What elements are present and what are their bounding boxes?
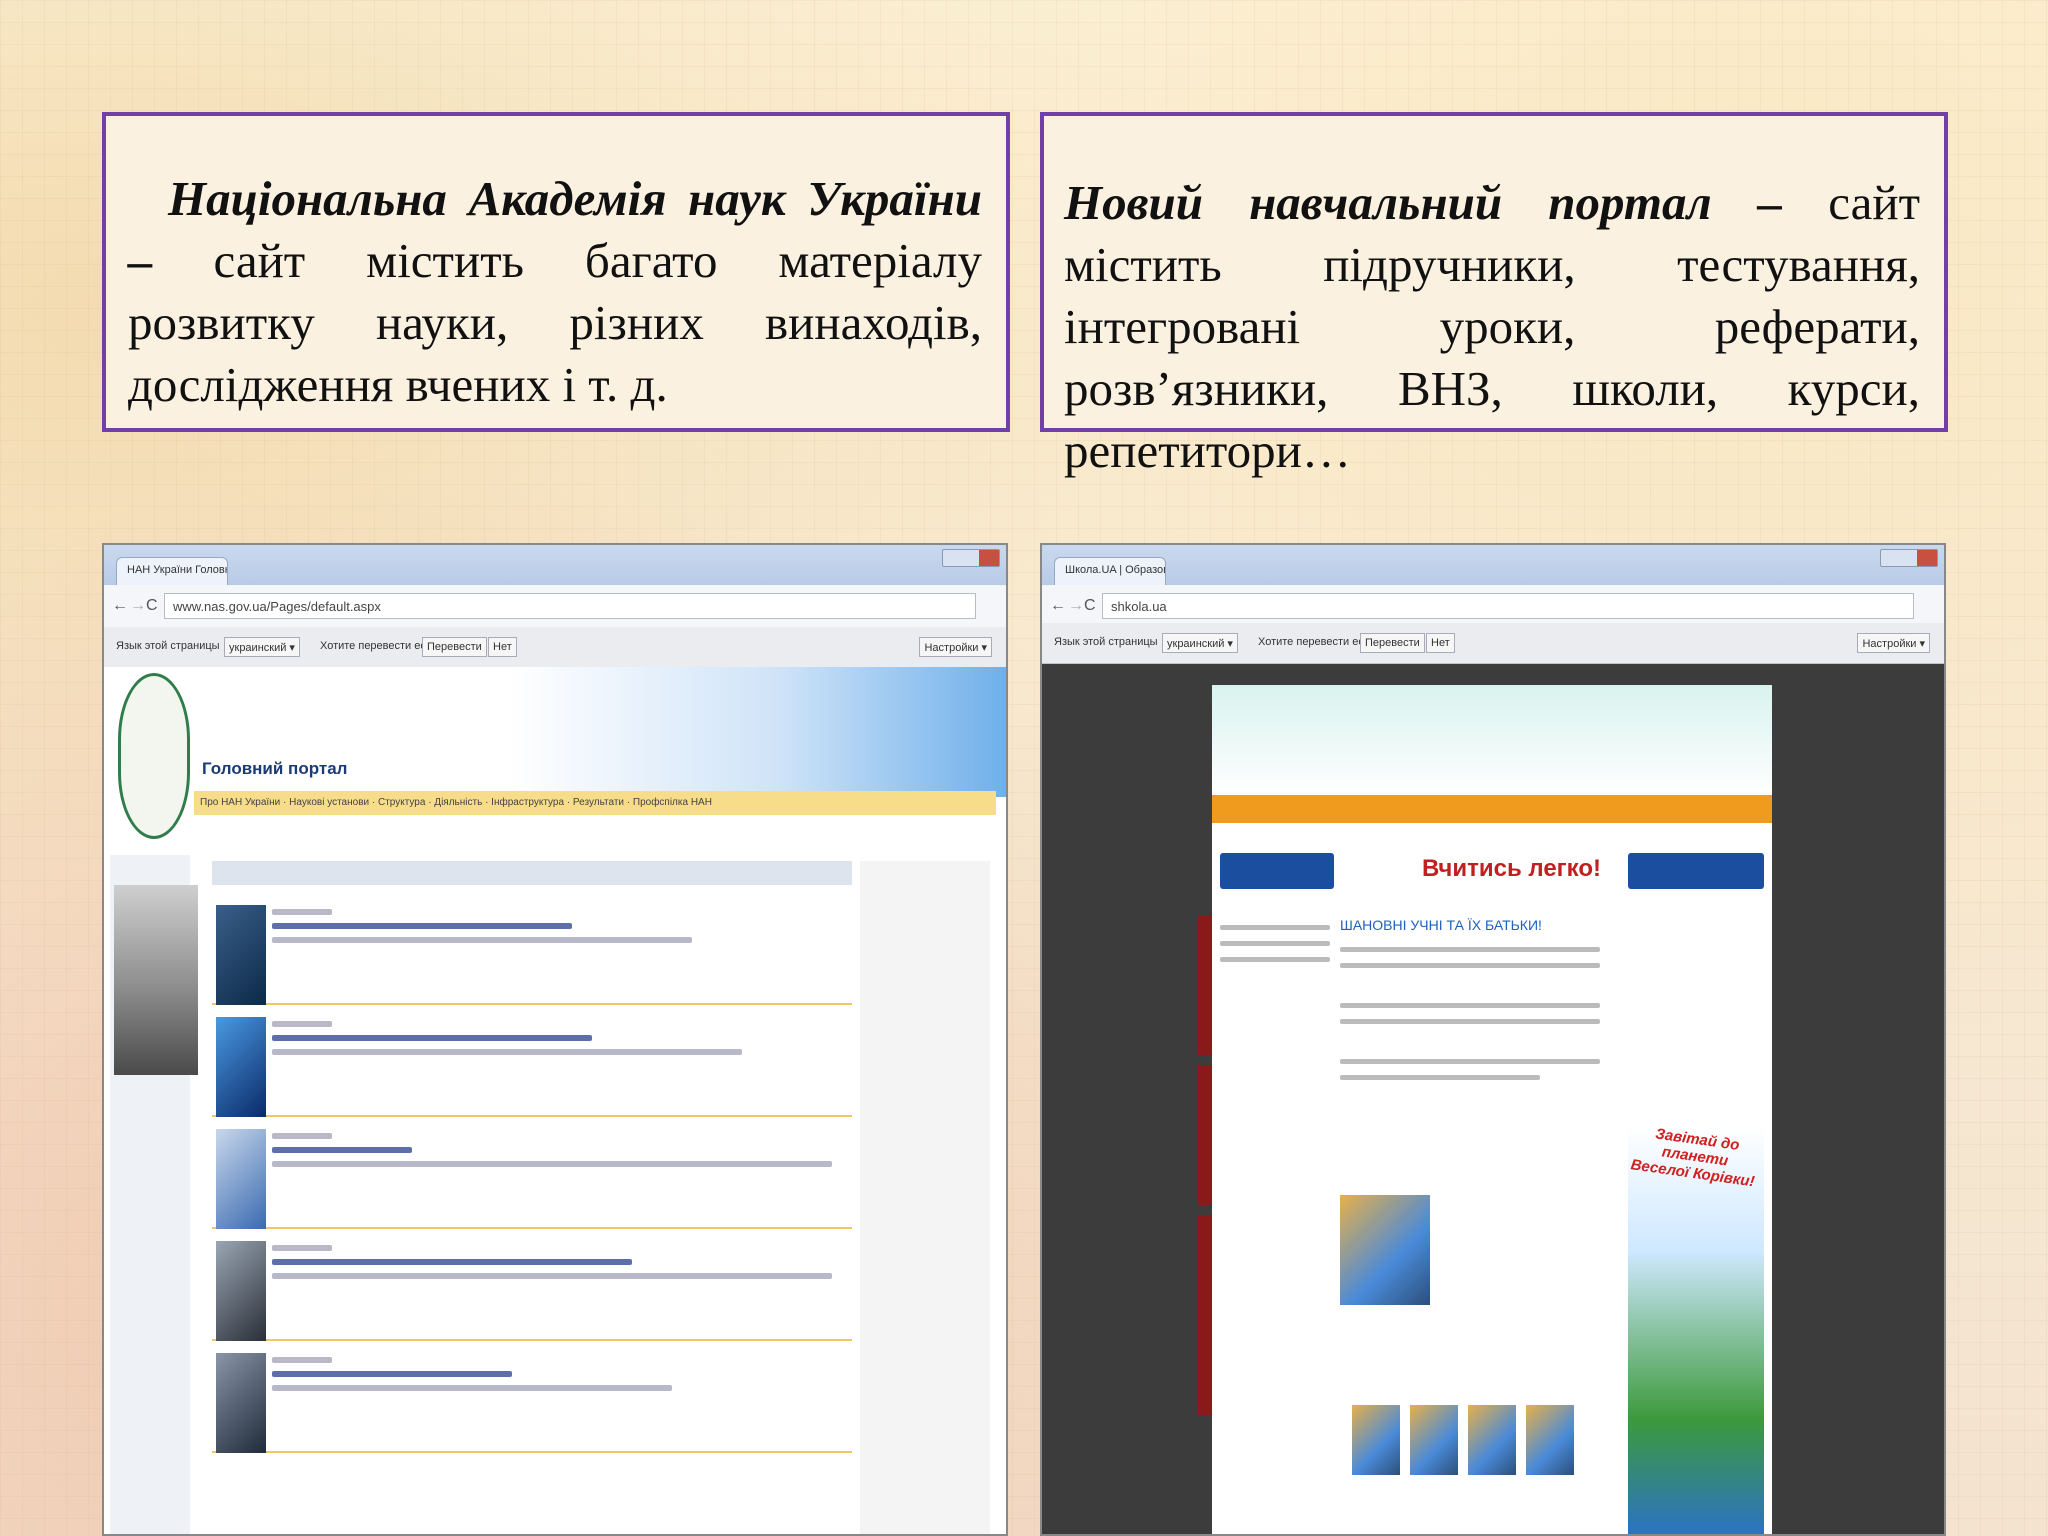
thumbnail-photo — [1526, 1405, 1574, 1475]
news-thumbnail — [216, 905, 266, 1005]
news-header — [212, 861, 852, 885]
news-date — [272, 1021, 332, 1027]
text-line — [1220, 941, 1330, 946]
news-text — [272, 1049, 742, 1055]
news-title — [272, 1035, 592, 1041]
news-text — [272, 1161, 832, 1167]
translate-bar: Язык этой страницы украинский ▾ Хотите п… — [1042, 623, 1944, 664]
address-bar[interactable]: www.nas.gov.ua/Pages/default.aspx — [164, 593, 976, 619]
window-controls[interactable] — [942, 549, 1000, 567]
translate-settings-button[interactable]: Настройки ▾ — [1857, 633, 1930, 653]
browser-toolbar: ← → C www.nas.gov.ua/Pages/default.aspx — [104, 585, 1006, 628]
news-thumbnail — [216, 1017, 266, 1117]
students-photo — [1340, 1195, 1430, 1305]
translate-settings-button[interactable]: Настройки ▾ — [919, 637, 992, 657]
back-icon[interactable]: ← — [112, 597, 128, 615]
news-date — [272, 1245, 332, 1251]
shkola-website-screenshot: Школа.UA | Образован... ← → C shkola.ua … — [1040, 543, 1946, 1536]
translate-button[interactable]: Перевести — [1360, 633, 1425, 653]
portal-name: Новий навчальний портал – — [1064, 175, 1783, 230]
translate-question: Хотите перевести ее? — [320, 640, 433, 652]
site-page: Вчитись легко! ШАНОВНІ УЧНІ ТА ЇХ БАТЬКИ… — [1212, 685, 1772, 1534]
news-text — [272, 1273, 832, 1279]
translate-label: Язык этой страницы — [116, 640, 220, 652]
no-translate-button[interactable]: Нет — [1426, 633, 1455, 653]
text-line — [1340, 963, 1600, 968]
language-select[interactable]: украинский ▾ — [224, 637, 300, 657]
translate-bar: Язык этой страницы украинский ▾ Хотите п… — [104, 627, 1006, 668]
school-button[interactable] — [1220, 853, 1334, 889]
news-text — [272, 1385, 672, 1391]
side-tab[interactable] — [1198, 915, 1212, 1055]
browser-tab[interactable]: НАН України Головна — [116, 557, 228, 585]
news-thumbnail — [216, 1353, 266, 1453]
forward-icon[interactable]: → — [1068, 597, 1084, 615]
news-item[interactable] — [212, 1231, 852, 1341]
text-line — [1340, 1019, 1600, 1024]
translate-question: Хотите перевести ее? — [1258, 636, 1371, 648]
news-item[interactable] — [212, 1007, 852, 1117]
thumbnail-photo — [1352, 1405, 1400, 1475]
reload-icon[interactable]: C — [1084, 597, 1096, 615]
site-banner — [1212, 685, 1772, 795]
news-date — [272, 1133, 332, 1139]
translate-label: Язык этой страницы — [1054, 636, 1158, 648]
right-sidebar — [860, 861, 990, 1534]
no-translate-button[interactable]: Нет — [488, 637, 517, 657]
thumbnail-photo — [1468, 1405, 1516, 1475]
site-subheading: ШАНОВНІ УЧНІ ТА ЇХ БАТЬКИ! — [1340, 917, 1542, 933]
news-item[interactable] — [212, 895, 852, 1005]
portal-description: Новий навчальний портал – сайт містить п… — [1064, 172, 1920, 482]
text-line — [1340, 947, 1600, 952]
news-text — [272, 937, 692, 943]
text-line — [1340, 1059, 1600, 1064]
site-menu[interactable] — [1212, 795, 1772, 823]
browser-toolbar: ← → C shkola.ua — [1042, 585, 1944, 624]
text-line — [1220, 925, 1330, 930]
nas-description: Національна Академія наук України – сайт… — [128, 168, 982, 416]
text-line — [1340, 1003, 1600, 1008]
reload-icon[interactable]: C — [146, 597, 158, 615]
news-thumbnail — [216, 1241, 266, 1341]
nas-logo — [118, 673, 190, 839]
nas-description-box: Національна Академія наук України – сайт… — [102, 112, 1010, 432]
side-tab[interactable] — [1198, 1215, 1212, 1415]
news-title — [272, 923, 572, 929]
window-controls[interactable] — [1880, 549, 1938, 567]
news-date — [272, 909, 332, 915]
login-button[interactable] — [1628, 853, 1764, 889]
site-menu[interactable]: Про НАН України · Наукові установи · Стр… — [194, 791, 996, 815]
news-item[interactable] — [212, 1343, 852, 1453]
browser-titlebar: Школа.UA | Образован... — [1042, 545, 1944, 585]
nas-website-screenshot: НАН України Головна ← → C www.nas.gov.ua… — [102, 543, 1008, 1536]
browser-titlebar: НАН України Головна — [104, 545, 1006, 585]
address-bar[interactable]: shkola.ua — [1102, 593, 1914, 619]
back-icon[interactable]: ← — [1050, 597, 1066, 615]
nas-text: сайт містить багато матеріалу розвитку н… — [128, 233, 982, 412]
language-select[interactable]: украинский ▾ — [1162, 633, 1238, 653]
news-thumbnail — [216, 1129, 266, 1229]
news-item[interactable] — [212, 1119, 852, 1229]
site-title: Головний портал — [202, 759, 348, 778]
news-title — [272, 1147, 412, 1153]
forward-icon[interactable]: → — [130, 597, 146, 615]
side-tab[interactable] — [1198, 1065, 1212, 1205]
thumbnail-photo — [1410, 1405, 1458, 1475]
news-title — [272, 1371, 512, 1377]
news-title — [272, 1259, 632, 1265]
translate-button[interactable]: Перевести — [422, 637, 487, 657]
news-date — [272, 1357, 332, 1363]
text-line — [1340, 1075, 1540, 1080]
browser-tab[interactable]: Школа.UA | Образован... — [1054, 557, 1166, 585]
text-line — [1220, 957, 1330, 962]
portal-description-box: Новий навчальний портал – сайт містить п… — [1040, 112, 1948, 478]
site-heading: Вчитись легко! — [1422, 855, 1602, 882]
portrait-image — [114, 885, 198, 1075]
